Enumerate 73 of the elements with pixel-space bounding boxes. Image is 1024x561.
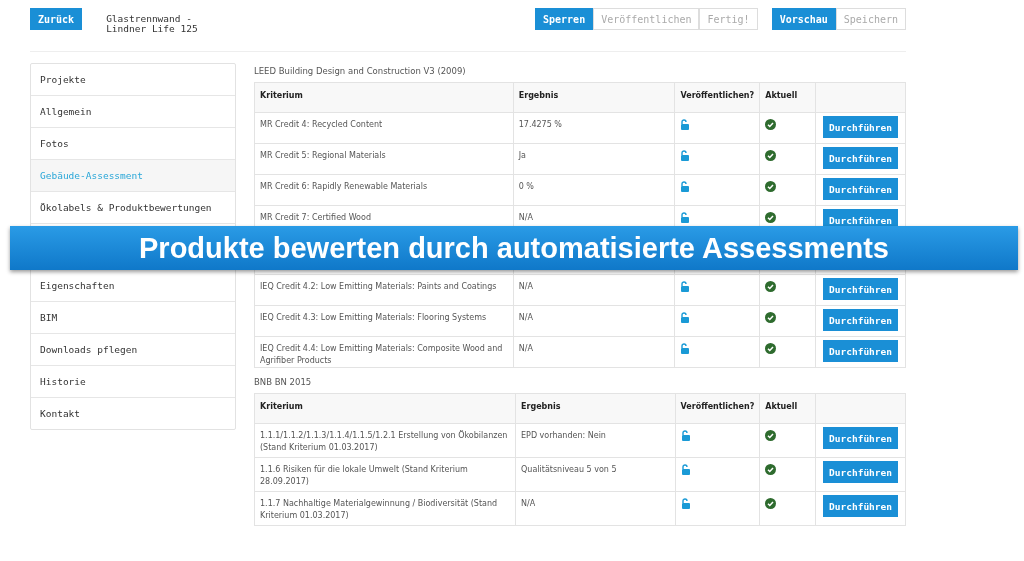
table-cell: MR Credit 6: Rapidly Renewable Materials [254, 174, 514, 206]
column-header: Veröffentlichen? [674, 82, 760, 113]
run-button[interactable]: Durchführen [823, 340, 898, 362]
caption-overlay: Produkte bewerten durch automatisierte Assessments [10, 226, 1018, 270]
sidebar-item[interactable]: Projekte [31, 64, 235, 95]
sidebar-item[interactable]: Allgemein [31, 95, 235, 127]
run-button[interactable]: Durchführen [823, 178, 898, 200]
table-cell: 1.1.6 Risiken für die lokale Umwelt (Stand Kriterium 28.09.2017) [254, 457, 516, 492]
column-header: Veröffentlichen? [675, 393, 760, 424]
table-cell: 1.1.1/1.1.2/1.1.3/1.1.4/1.1.5/1.2.1 Erstellung von Ökobilanzen (Stand Kriterium 01.03.2017) [254, 423, 516, 458]
toolbar-button[interactable]: Veröffentlichen [593, 8, 700, 30]
table-cell: N/A [513, 336, 675, 368]
table-cell: MR Credit 4: Recycled Content [254, 112, 514, 144]
unlocked-lock-icon[interactable] [680, 343, 690, 354]
check-icon [765, 181, 777, 192]
unlocked-lock-icon[interactable] [680, 312, 690, 323]
check-icon [765, 119, 777, 130]
sidebar-item[interactable]: Gebäude-Assessment [31, 159, 235, 191]
run-button[interactable]: Durchführen [823, 278, 898, 300]
column-header: Aktuell [759, 393, 816, 424]
toolbar-button[interactable]: Vorschau [771, 8, 836, 30]
sidebar-item[interactable]: Kontakt [31, 397, 235, 429]
table-cell: Qualitätsniveau 5 von 5 [515, 457, 676, 492]
run-button[interactable]: Durchführen [823, 309, 898, 331]
table-cell: IEQ Credit 4.3: Low Emitting Materials: Flooring Systems [254, 305, 514, 337]
table-cell: IEQ Credit 4.4: Low Emitting Materials: Composite Wood and Agrifiber Products [254, 336, 514, 368]
unlocked-lock-icon[interactable] [680, 498, 690, 509]
column-header: Kriterium [254, 393, 516, 424]
column-header: Aktuell [759, 82, 816, 113]
table-cell: 1.1.7 Nachhaltige Materialgewinnung / Biodiversität (Stand Kriterium 01.03.2017) [254, 491, 516, 526]
unlocked-lock-icon[interactable] [680, 212, 690, 223]
column-header: Ergebnis [515, 393, 676, 424]
back-button[interactable]: Zurück [30, 8, 83, 30]
table-cell: 17.4275 % [513, 112, 675, 144]
section-title: BNB BN 2015 [254, 377, 313, 387]
table-cell: MR Credit 5: Regional Materials [254, 143, 514, 175]
column-header: Kriterium [254, 82, 514, 113]
table-cell: N/A [513, 274, 675, 306]
check-icon [765, 498, 777, 509]
column-header: Ergebnis [513, 82, 675, 113]
table-cell: EPD vorhanden: Nein [515, 423, 676, 458]
unlocked-lock-icon[interactable] [680, 281, 690, 292]
table-cell: 0 % [513, 174, 675, 206]
toolbar-button[interactable]: Fertig! [699, 8, 758, 30]
unlocked-lock-icon[interactable] [680, 181, 690, 192]
sidebar-item[interactable]: Downloads pflegen [31, 333, 235, 365]
sidebar-item[interactable]: Historie [31, 365, 235, 397]
table-cell: Ja [513, 143, 675, 175]
toolbar-button[interactable]: Speichern [835, 8, 906, 30]
table-cell: IEQ Credit 4.2: Low Emitting Materials: Paints and Coatings [254, 274, 514, 306]
run-button[interactable]: Durchführen [823, 461, 898, 483]
check-icon [765, 312, 777, 323]
table-cell: N/A [515, 491, 676, 526]
unlocked-lock-icon[interactable] [680, 119, 690, 130]
sidebar-item[interactable]: Ökolabels & Produktbewertungen [31, 191, 235, 223]
unlocked-lock-icon[interactable] [680, 150, 690, 161]
toolbar-button[interactable]: Sperren [535, 8, 594, 30]
check-icon [765, 430, 777, 441]
table-cell: N/A [513, 305, 675, 337]
check-icon [765, 343, 777, 354]
run-button[interactable]: Durchführen [823, 495, 898, 517]
unlocked-lock-icon[interactable] [680, 430, 690, 441]
section-title: LEED Building Design and Construction V3 (2009) [254, 66, 467, 76]
unlocked-lock-icon[interactable] [680, 464, 690, 475]
check-icon [765, 212, 777, 223]
run-button[interactable]: Durchführen [823, 147, 898, 169]
check-icon [765, 464, 777, 475]
sidebar-item[interactable]: BIM [31, 301, 235, 333]
product-title: Glastrennwand - Lindner Life 125 [106, 14, 198, 34]
run-button[interactable]: Durchführen [823, 116, 898, 138]
check-icon [765, 150, 777, 161]
check-icon [765, 281, 777, 292]
run-button[interactable]: Durchführen [823, 427, 898, 449]
